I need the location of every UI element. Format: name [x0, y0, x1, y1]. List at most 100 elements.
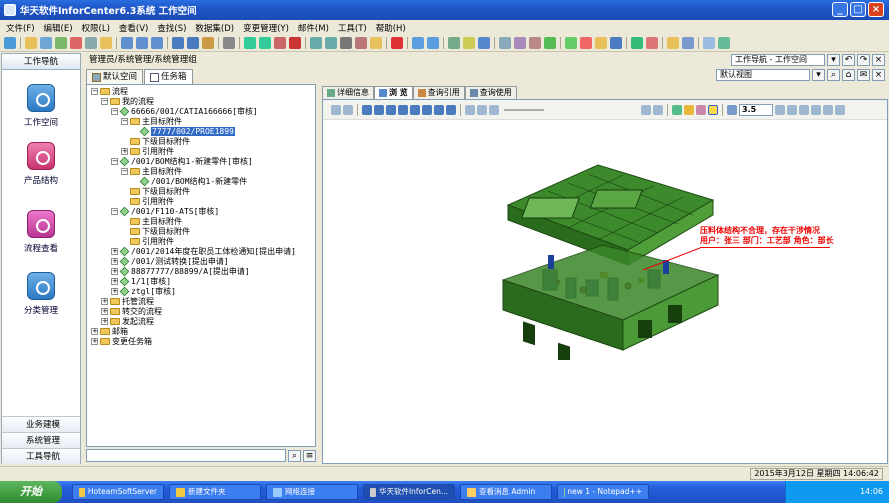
tree-node[interactable]: 7777/002/PROE1899 — [131, 126, 235, 137]
tree-node[interactable]: − 主目标附件 — [121, 117, 182, 126]
tree-node[interactable]: 下级目标附件 — [121, 227, 190, 236]
start-button[interactable]: 开始 — [0, 481, 62, 503]
print-icon[interactable] — [223, 37, 235, 49]
send-icon[interactable] — [682, 37, 694, 49]
expand-icon[interactable]: + — [111, 288, 118, 295]
tree-node[interactable]: 主目标附件 — [121, 217, 182, 226]
up-arrow-icon[interactable] — [412, 37, 424, 49]
tree-node[interactable]: − 流程 — [91, 87, 128, 96]
tree-search-input[interactable] — [86, 449, 286, 462]
nav-item-category[interactable]: 分类管理 — [2, 272, 80, 316]
menu-mail[interactable]: 邮件(M) — [298, 22, 329, 34]
expand-icon[interactable]: + — [111, 268, 118, 275]
collapse-icon[interactable]: − — [101, 98, 108, 105]
stats-icon[interactable] — [703, 37, 715, 49]
nav-item-product-structure[interactable]: 产品结构 — [2, 142, 80, 186]
tree-node[interactable]: + 转交的流程 — [101, 307, 162, 316]
menu-change-management[interactable]: 变更管理(Y) — [243, 22, 289, 34]
folder-icon[interactable] — [370, 37, 382, 49]
export-icon[interactable] — [565, 37, 577, 49]
menu-tools[interactable]: 工具(T) — [338, 22, 367, 34]
expand-icon[interactable]: + — [121, 148, 128, 155]
tree-node[interactable]: − 我的流程 — [101, 97, 154, 106]
model-viewer[interactable]: 3.5 压料体结构不合理，存在干涉情况 用户：张三 部门：工艺部 角色：部长 — [322, 99, 888, 464]
collapse-icon[interactable]: − — [111, 108, 118, 115]
chart-icon[interactable] — [544, 37, 556, 49]
compare-icon[interactable] — [499, 37, 511, 49]
tree-node[interactable]: − 主目标附件 — [121, 167, 182, 176]
tree-node[interactable]: + 变更任务箱 — [91, 337, 152, 346]
import-icon[interactable] — [580, 37, 592, 49]
document-icon[interactable] — [121, 37, 133, 49]
forward-arrow-icon[interactable]: ↷ — [857, 54, 870, 66]
view-select[interactable]: 默认视图 — [716, 69, 810, 81]
chevron-down-icon[interactable]: ▾ — [812, 69, 825, 81]
nav-bottom-system-management[interactable]: 系统管理 — [2, 432, 80, 448]
taskbar-item-messages[interactable]: 查看消息 Admin — [460, 484, 552, 500]
close-button[interactable]: × — [868, 2, 884, 17]
taskbar-item-new-folder[interactable]: 新建文件夹 — [169, 484, 261, 500]
paste-icon[interactable] — [325, 37, 337, 49]
taskbar-item-inforcenter[interactable]: 华天软件InforCen... — [363, 484, 455, 500]
cancel-icon[interactable] — [391, 37, 403, 49]
tab-task-box[interactable]: 任务箱 — [144, 69, 193, 84]
settings-icon[interactable] — [646, 37, 658, 49]
nav-item-process-view[interactable]: 流程查看 — [2, 210, 80, 254]
search-icon[interactable] — [40, 37, 52, 49]
menu-help[interactable]: 帮助(H) — [376, 22, 406, 34]
expand-icon[interactable]: + — [91, 338, 98, 345]
nav-bottom-tool-navigation[interactable]: 工具导航 — [2, 448, 80, 464]
expand-icon[interactable]: + — [101, 298, 108, 305]
search-icon[interactable]: ⌕ — [827, 69, 840, 81]
back-arrow-icon[interactable]: ↶ — [842, 54, 855, 66]
tree-node[interactable]: 下级目标附件 — [121, 137, 190, 146]
menu-permission[interactable]: 权限(L) — [82, 22, 110, 34]
tree-node[interactable]: + /001/测试转换[提出申请] — [111, 256, 229, 267]
message-icon[interactable] — [463, 37, 475, 49]
tree-node[interactable]: + ztgl[审核] — [111, 286, 176, 297]
stop-icon[interactable] — [289, 37, 301, 49]
link-icon[interactable] — [355, 37, 367, 49]
collapse-icon[interactable]: − — [111, 158, 118, 165]
menu-view[interactable]: 查看(V) — [119, 22, 148, 34]
check-out-icon[interactable] — [187, 37, 199, 49]
expand-icon[interactable]: + — [101, 308, 108, 315]
tree-node[interactable]: /001/BOM结构1-新建零件 — [131, 176, 247, 187]
tab-default-space[interactable]: 默认空间 — [86, 69, 144, 84]
graph-icon[interactable] — [529, 37, 541, 49]
collapse-icon[interactable]: − — [91, 88, 98, 95]
mail-icon[interactable] — [478, 37, 490, 49]
nav-item-workspace[interactable]: 工作空间 — [2, 84, 80, 128]
document-icon[interactable] — [136, 37, 148, 49]
collapse-icon[interactable]: − — [111, 208, 118, 215]
collapse-icon[interactable]: − — [121, 168, 128, 175]
tab-query-usage[interactable]: 查询使用 — [464, 86, 517, 99]
maximize-button[interactable]: □ — [850, 2, 866, 17]
tree-node[interactable]: + 邮箱 — [91, 327, 128, 336]
tree-node[interactable]: − /001/BOM结构1-新建零件[审核] — [111, 156, 253, 167]
expand-icon[interactable]: + — [111, 248, 118, 255]
tree-node[interactable]: + 引用附件 — [121, 147, 174, 156]
nav-bottom-business-modeling[interactable]: 业务建模 — [2, 416, 80, 432]
filter-icon[interactable]: ≡ — [303, 449, 316, 462]
workspace-nav-select[interactable]: 工作导航 - 工作空间 — [731, 54, 825, 66]
back-icon[interactable] — [4, 37, 16, 49]
tree-node[interactable]: +88877777/88899/A[提出申请] — [111, 266, 250, 277]
download-icon[interactable] — [631, 37, 643, 49]
menu-dataset[interactable]: 数据集(D) — [195, 22, 234, 34]
expand-icon[interactable]: + — [111, 278, 118, 285]
expand-icon[interactable]: + — [111, 258, 118, 265]
document-icon[interactable] — [151, 37, 163, 49]
save-icon[interactable] — [610, 37, 622, 49]
minimize-button[interactable]: _ — [832, 2, 848, 17]
workflow-icon[interactable] — [244, 37, 256, 49]
chevron-down-icon[interactable]: ▾ — [827, 54, 840, 66]
menu-find[interactable]: 查找(S) — [157, 22, 186, 34]
refresh-icon[interactable] — [55, 37, 67, 49]
folder-open-icon[interactable] — [25, 37, 37, 49]
menu-file[interactable]: 文件(F) — [6, 22, 35, 34]
close-icon[interactable]: × — [872, 69, 885, 81]
workflow-icon[interactable] — [259, 37, 271, 49]
inbox-icon[interactable] — [667, 37, 679, 49]
search-icon[interactable]: ⌕ — [288, 449, 301, 462]
